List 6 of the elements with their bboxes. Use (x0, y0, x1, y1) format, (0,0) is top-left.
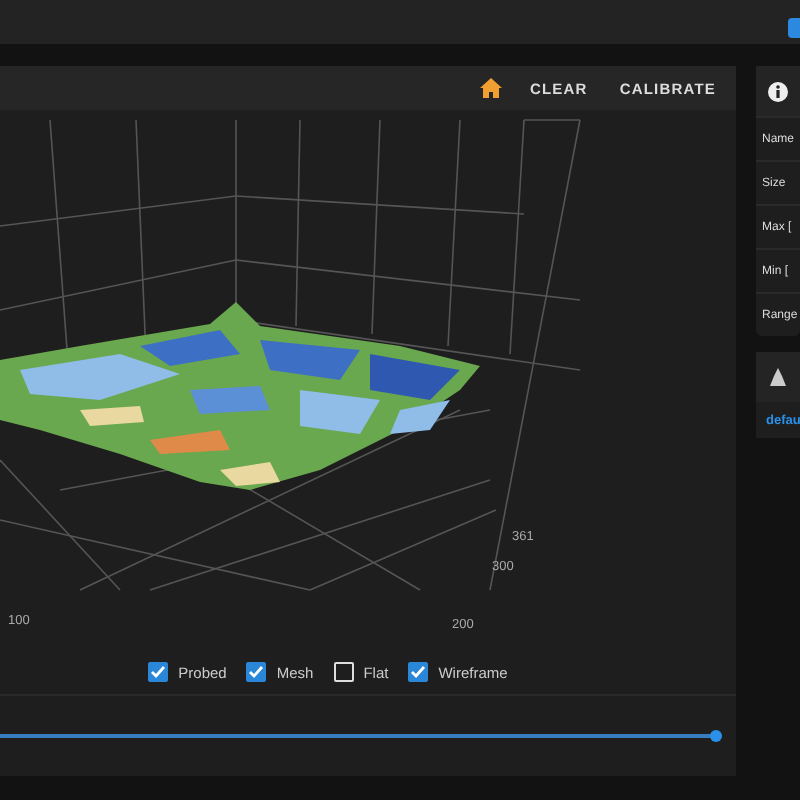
home-icon (479, 78, 502, 98)
checkbox[interactable] (408, 662, 429, 682)
checkbox[interactable] (148, 662, 169, 682)
home-button[interactable] (475, 74, 506, 102)
info-icon (768, 81, 788, 101)
checkbox[interactable] (246, 662, 267, 682)
